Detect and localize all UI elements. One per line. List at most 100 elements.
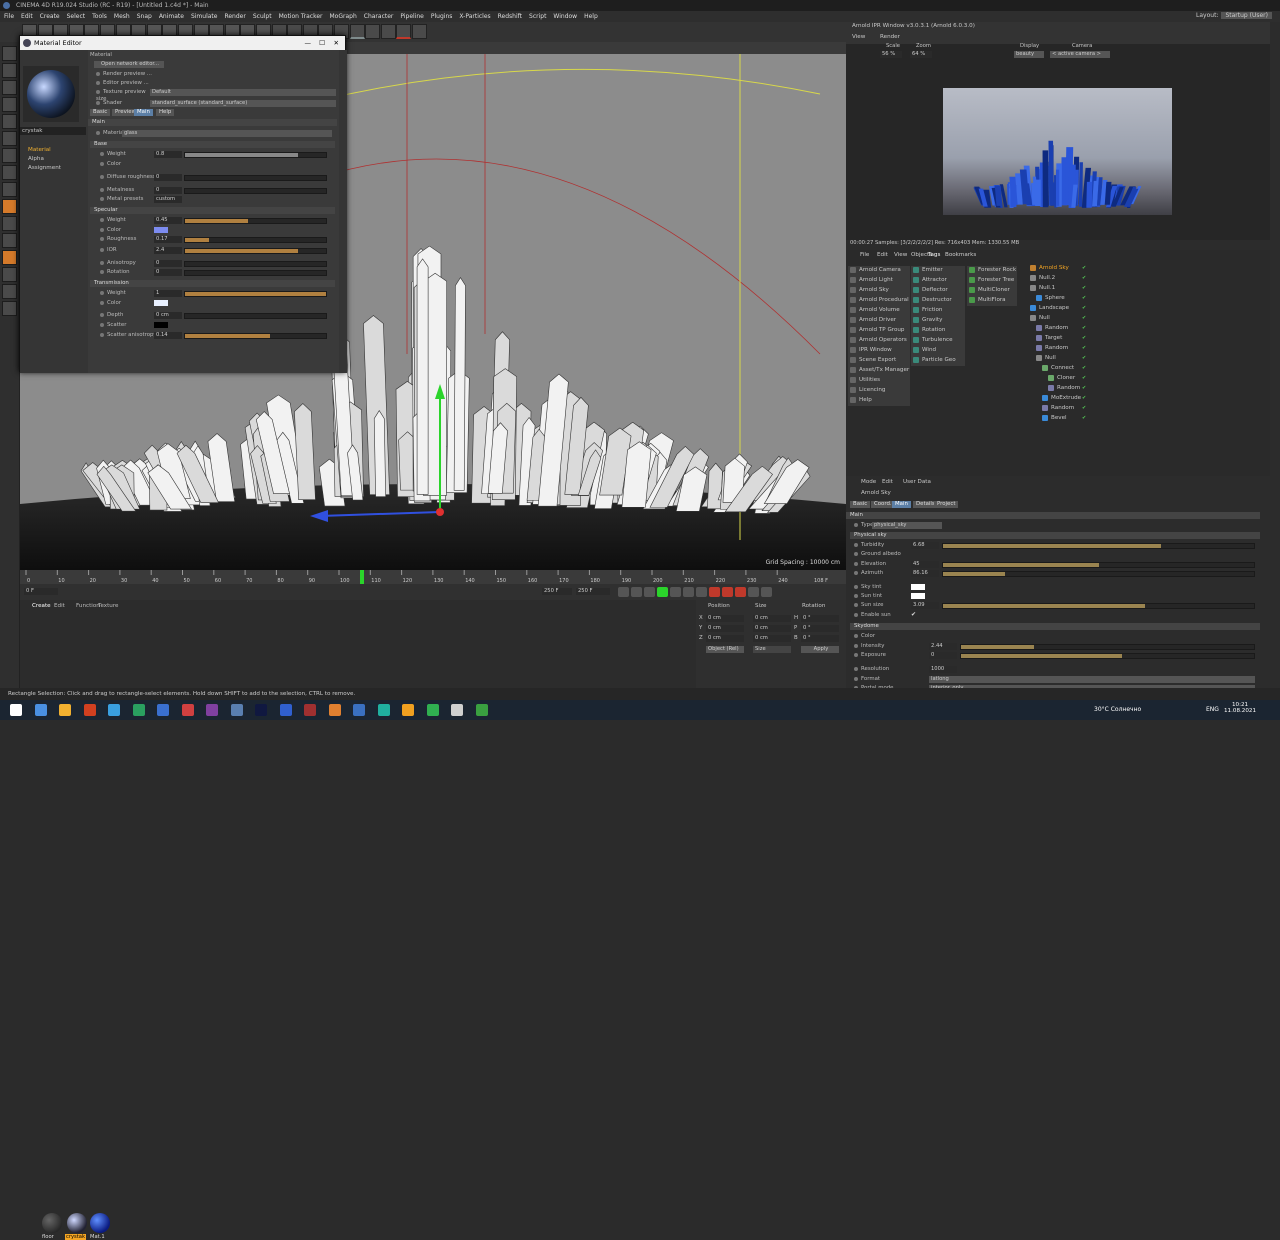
channel-assignment[interactable]: Assignment — [28, 164, 61, 173]
arnold-menu-item[interactable]: Utilities — [850, 376, 880, 385]
toolbar-button-icon[interactable] — [412, 24, 427, 39]
left-tool-icon[interactable] — [2, 199, 17, 214]
minimize-icon[interactable]: — — [305, 36, 312, 50]
attr-checkbox[interactable]: ✔ — [911, 611, 916, 618]
emitter-menu-item[interactable]: Rotation — [913, 326, 945, 335]
taskbar-app-icon[interactable] — [377, 704, 390, 716]
attr-tab-project[interactable]: Project — [934, 501, 959, 508]
menu-mograph[interactable]: MoGraph — [330, 13, 357, 20]
attr-slider[interactable] — [942, 602, 1255, 609]
attr-menu-user-data[interactable]: User Data — [903, 479, 931, 485]
emitter-menu-item[interactable]: Wind — [913, 346, 936, 355]
attr-dot-icon[interactable] — [854, 593, 858, 598]
param-dot-icon[interactable] — [100, 290, 104, 295]
param-dot-icon[interactable] — [96, 89, 100, 94]
transport-button-icon[interactable] — [735, 587, 746, 597]
transport-button-icon[interactable] — [722, 587, 733, 597]
param-dot-icon[interactable] — [100, 247, 104, 252]
forester-menu-item[interactable]: Forester Tree — [969, 276, 1014, 285]
taskbar-app-icon[interactable] — [353, 704, 365, 716]
param-dot-icon[interactable] — [100, 174, 104, 179]
material-mat1-thumb[interactable] — [90, 1213, 110, 1233]
texture-preview-select[interactable]: Default — [150, 89, 336, 96]
physical-sky-section[interactable]: Physical sky — [850, 532, 1260, 539]
material-manager-tab-create[interactable]: Create — [32, 603, 51, 609]
me-tab-main[interactable]: Main — [134, 109, 153, 116]
coord-apply-button[interactable]: Apply — [801, 646, 839, 653]
param-value-field[interactable]: 0.45 — [154, 217, 182, 224]
attr-slider[interactable] — [942, 542, 1255, 549]
objects-menu-file[interactable]: File — [860, 252, 869, 258]
visibility-check-icon[interactable]: ✔ — [1082, 335, 1086, 341]
param-dot-icon[interactable] — [100, 300, 104, 305]
material-manager-tab-edit[interactable]: Edit — [54, 603, 65, 609]
object-tree-item[interactable]: MoExtrude — [1042, 394, 1081, 403]
param-value-field[interactable]: 1 — [154, 290, 182, 297]
attr-slider[interactable] — [960, 643, 1255, 650]
skydome-section[interactable]: Skydome — [850, 623, 1260, 630]
transport-button-icon[interactable] — [631, 587, 642, 597]
taskbar-app-icon[interactable] — [230, 704, 243, 716]
playhead[interactable] — [360, 570, 364, 584]
transmission-section[interactable]: Transmission — [90, 280, 335, 287]
attr-slider[interactable] — [960, 652, 1255, 659]
object-tree-item[interactable]: Bevel — [1042, 414, 1067, 423]
clock[interactable]: 10:21 11.08.2021 — [1224, 702, 1256, 714]
channel-material[interactable]: Material — [28, 146, 51, 155]
material-manager-tab-texture[interactable]: Texture — [98, 603, 118, 609]
coord-size-field[interactable]: 0 cm — [753, 625, 791, 632]
attr-value-field[interactable]: 0 — [929, 652, 957, 659]
param-dot-icon[interactable] — [100, 236, 104, 241]
material-preview[interactable] — [23, 66, 79, 122]
emitter-menu-item[interactable]: Particle Geo — [913, 356, 956, 365]
left-tool-icon[interactable] — [2, 131, 17, 146]
attr-color-swatch[interactable] — [911, 584, 925, 590]
taskbar-app-icon[interactable] — [475, 704, 488, 716]
menu-mesh[interactable]: Mesh — [114, 13, 130, 20]
taskbar-app-icon[interactable] — [402, 704, 414, 716]
taskbar-app-icon[interactable] — [83, 704, 96, 716]
attr-value-field[interactable]: latlong — [929, 676, 1255, 683]
object-tree-item[interactable]: Connect — [1042, 364, 1074, 373]
ipr-scale-field[interactable]: 56 % — [880, 51, 902, 58]
attr-dot-icon[interactable] — [854, 666, 858, 671]
taskbar-app-icon[interactable] — [255, 704, 267, 716]
transport-button-icon[interactable] — [644, 587, 655, 597]
close-icon[interactable]: ✕ — [334, 36, 339, 50]
material-manager-tab-function[interactable]: Function — [76, 603, 100, 609]
attr-dot-icon[interactable] — [854, 584, 858, 589]
forester-menu-item[interactable]: MultiFlora — [969, 296, 1006, 305]
param-dot-icon[interactable] — [96, 100, 100, 105]
param-slider[interactable] — [184, 269, 327, 276]
left-tool-icon[interactable] — [2, 97, 17, 112]
visibility-check-icon[interactable]: ✔ — [1082, 285, 1086, 291]
object-tree-item[interactable]: Random — [1036, 344, 1068, 353]
transport-button-icon[interactable] — [657, 587, 668, 597]
param-value-field[interactable]: custom — [154, 196, 182, 203]
visibility-check-icon[interactable]: ✔ — [1082, 265, 1086, 271]
visibility-check-icon[interactable]: ✔ — [1082, 365, 1086, 371]
param-dot-icon[interactable] — [100, 322, 104, 327]
left-tool-icon[interactable] — [2, 284, 17, 299]
color-swatch[interactable] — [154, 300, 168, 306]
material-preset-select[interactable]: glass — [122, 130, 332, 137]
x-axis-handle[interactable] — [436, 508, 444, 516]
menu-help[interactable]: Help — [584, 13, 598, 20]
left-tool-icon[interactable] — [2, 165, 17, 180]
object-tree-item[interactable]: Random — [1042, 404, 1074, 413]
arnold-menu-item[interactable]: Help — [850, 396, 872, 405]
arnold-menu-item[interactable]: Arnold TP Group — [850, 326, 904, 335]
visibility-check-icon[interactable]: ✔ — [1082, 345, 1086, 351]
arnold-menu-item[interactable]: IPR Window — [850, 346, 892, 355]
coord-rotation-field[interactable]: 0 ° — [801, 615, 839, 622]
attr-value-field[interactable]: 2.44 — [929, 643, 957, 650]
param-slider[interactable] — [184, 332, 327, 339]
emitter-menu-item[interactable]: Attractor — [913, 276, 947, 285]
object-tree-item[interactable]: Random — [1048, 384, 1080, 393]
left-tool-icon[interactable] — [2, 80, 17, 95]
object-tree-item[interactable]: Null.1 — [1030, 284, 1055, 293]
attr-menu-edit[interactable]: Edit — [882, 479, 893, 485]
taskbar-app-icon[interactable] — [451, 704, 463, 716]
arnold-menu-item[interactable]: Arnold Light — [850, 276, 893, 285]
attr-value-field[interactable]: 6.68 — [911, 542, 939, 549]
